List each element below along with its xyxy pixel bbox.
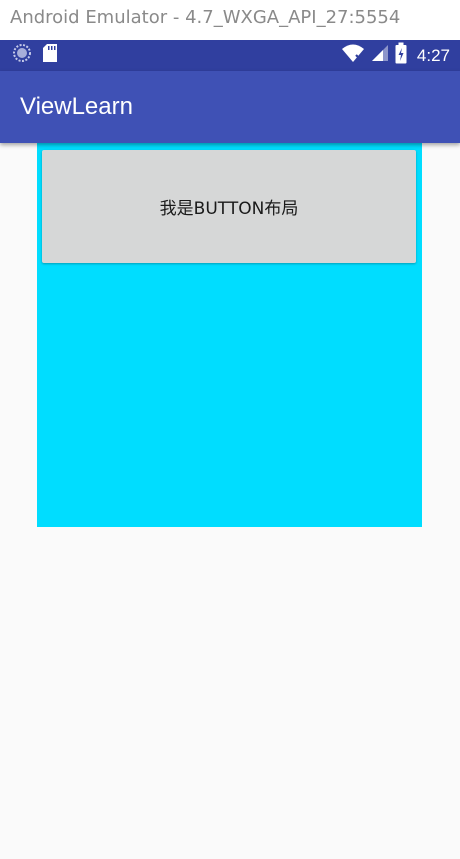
status-time: 4:27 [416,45,450,65]
cell-signal-icon [371,44,389,67]
emulator-window-title: Android Emulator - 4.7_WXGA_API_27:5554 [0,0,460,40]
cyan-layout-container: 我是BUTTON布局 [37,143,422,527]
status-left-icons [12,43,58,68]
status-bar: 4:27 [0,40,460,71]
sync-icon [12,43,32,68]
battery-charging-icon [395,42,407,69]
layout-button[interactable]: 我是BUTTON布局 [42,150,416,263]
status-right-icons: 4:27 [341,42,450,69]
wifi-icon [341,43,365,68]
app-title: ViewLearn [20,93,133,120]
screen-content: 我是BUTTON布局 [0,143,460,859]
sd-card-icon [42,43,58,68]
app-bar: ViewLearn [0,71,460,143]
